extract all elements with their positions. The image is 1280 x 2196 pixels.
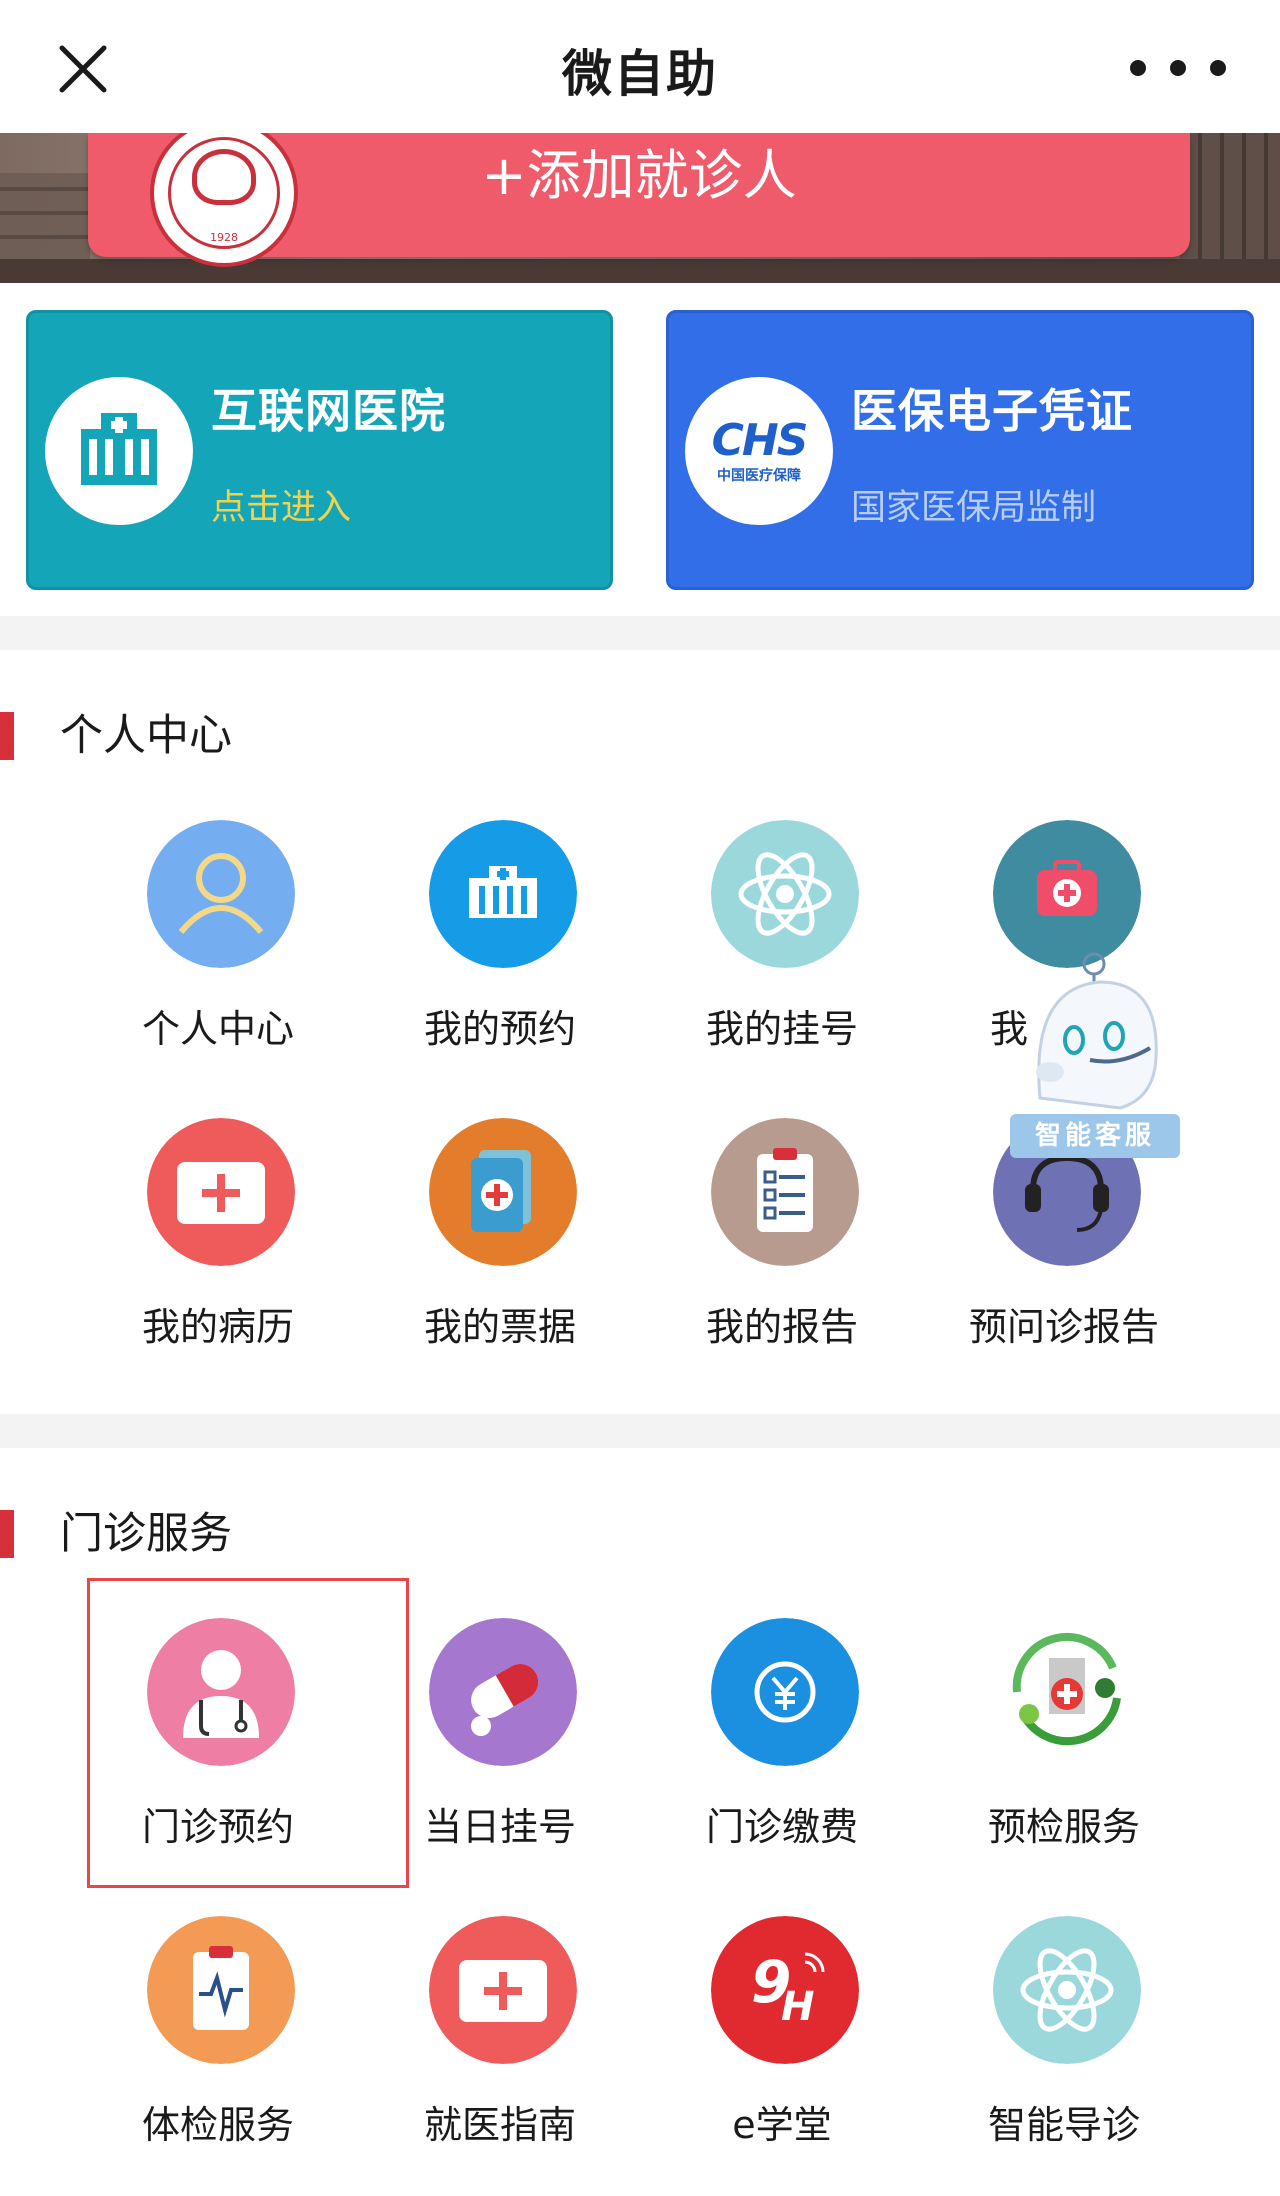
tile-my-medical-record[interactable]: 我的病历 xyxy=(77,1118,359,1398)
tile-my-registration[interactable]: 我的挂号 xyxy=(641,820,923,1100)
internet-hospital-subtitle: 点击进入 xyxy=(211,488,352,528)
tile-label: 智能导诊 xyxy=(987,2103,1140,2147)
tile-my-appointment[interactable]: 我的预约 xyxy=(359,820,641,1100)
user-icon xyxy=(147,820,295,968)
chs-logo-icon: CHS 中国医疗保障 xyxy=(685,377,833,525)
hospital-banner: +添加就诊人 1928 xyxy=(0,133,1280,283)
tile-outpatient-appointment[interactable]: 门诊预约 xyxy=(77,1618,359,1898)
tile-label: 门诊缴费 xyxy=(705,1805,858,1849)
section-title: 门诊服务 xyxy=(60,1509,232,1559)
tile-label: 预问诊报告 xyxy=(968,1305,1159,1349)
tile-label: 体检服务 xyxy=(141,2103,294,2147)
svg-text:H: H xyxy=(781,1984,814,2030)
robot-mascot-icon xyxy=(1036,952,1158,1110)
clipboard-report-icon xyxy=(711,1118,859,1266)
page-title: 微自助 xyxy=(562,45,718,103)
tile-label: 预检服务 xyxy=(987,1805,1140,1849)
internet-hospital-title: 互联网医院 xyxy=(211,384,446,438)
section-divider xyxy=(0,1414,1280,1448)
section-accent-bar xyxy=(0,712,14,760)
hospital-logo-year: 1928 xyxy=(210,231,238,244)
tile-same-day-registration[interactable]: 当日挂号 xyxy=(359,1618,641,1898)
outpatient-section-header: 门诊服务 xyxy=(0,1504,400,1564)
tile-label: 当日挂号 xyxy=(423,1805,576,1849)
chs-logo-cn: 中国医疗保障 xyxy=(717,468,801,484)
section-accent-bar xyxy=(0,1510,14,1558)
tile-label: 我的预约 xyxy=(423,1007,576,1051)
ecg-clipboard-icon xyxy=(147,1916,295,2064)
atom-icon xyxy=(993,1916,1141,2064)
ground-background xyxy=(0,259,1280,283)
tile-smart-triage[interactable]: 智能导诊 xyxy=(923,1916,1205,2196)
tile-personal-center[interactable]: 个人中心 xyxy=(77,820,359,1100)
tile-my-report[interactable]: 我的报告 xyxy=(641,1118,923,1398)
tile-label: 就医指南 xyxy=(423,2103,576,2147)
tile-label: 我的挂号 xyxy=(705,1007,858,1051)
hospital-building-icon xyxy=(45,377,193,525)
section-title: 个人中心 xyxy=(60,711,232,761)
tile-label: e学堂 xyxy=(732,2103,832,2147)
medical-guide-icon xyxy=(429,1916,577,2064)
first-aid-kit-icon xyxy=(993,820,1141,968)
tile-label: 我的票据 xyxy=(423,1305,576,1349)
doctor-icon xyxy=(147,1618,295,1766)
section-divider xyxy=(0,616,1280,650)
medical-insurance-subtitle: 国家医保局监制 xyxy=(851,488,1097,528)
atom-icon xyxy=(711,820,859,968)
tile-label: 我的报告 xyxy=(705,1305,858,1349)
tile-pre-check-service[interactable]: 预检服务 xyxy=(923,1618,1205,1898)
smart-assistant-label: 智能客服 xyxy=(1010,1114,1180,1158)
pill-capsule-icon xyxy=(429,1618,577,1766)
tile-pre-consultation-report[interactable]: 预问诊报告 xyxy=(923,1118,1205,1398)
personal-section-header: 个人中心 xyxy=(0,706,400,766)
internet-hospital-card[interactable]: 互联网医院 点击进入 xyxy=(26,310,613,590)
health-emblem-icon xyxy=(993,1618,1141,1766)
tile-label: 个人中心 xyxy=(141,1007,294,1051)
tile-my-receipts[interactable]: 我的票据 xyxy=(359,1118,641,1398)
tile-e-classroom[interactable]: 9 H e学堂 xyxy=(641,1916,923,2196)
chs-logo-text: CHS xyxy=(711,415,809,466)
tile-outpatient-payment[interactable]: 门诊缴费 xyxy=(641,1618,923,1898)
top-navigation-bar: 微自助 xyxy=(0,0,1280,133)
nine-h-logo-icon: 9 H xyxy=(711,1916,859,2064)
tile-label: 我的病历 xyxy=(141,1305,294,1349)
tile-medical-guide[interactable]: 就医指南 xyxy=(359,1916,641,2196)
yen-coin-icon xyxy=(711,1618,859,1766)
more-dots-icon[interactable] xyxy=(1130,56,1226,80)
tile-label: 门诊预约 xyxy=(141,1805,294,1849)
hospital-icon xyxy=(429,820,577,968)
receipt-book-icon xyxy=(429,1118,577,1266)
medical-insurance-card[interactable]: CHS 中国医疗保障 医保电子凭证 国家医保局监制 xyxy=(666,310,1254,590)
medical-record-icon xyxy=(147,1118,295,1266)
smart-assistant-button[interactable]: 智能客服 xyxy=(1010,948,1180,1158)
tile-physical-exam[interactable]: 体检服务 xyxy=(77,1916,359,2196)
medical-insurance-title: 医保电子凭证 xyxy=(851,384,1133,438)
